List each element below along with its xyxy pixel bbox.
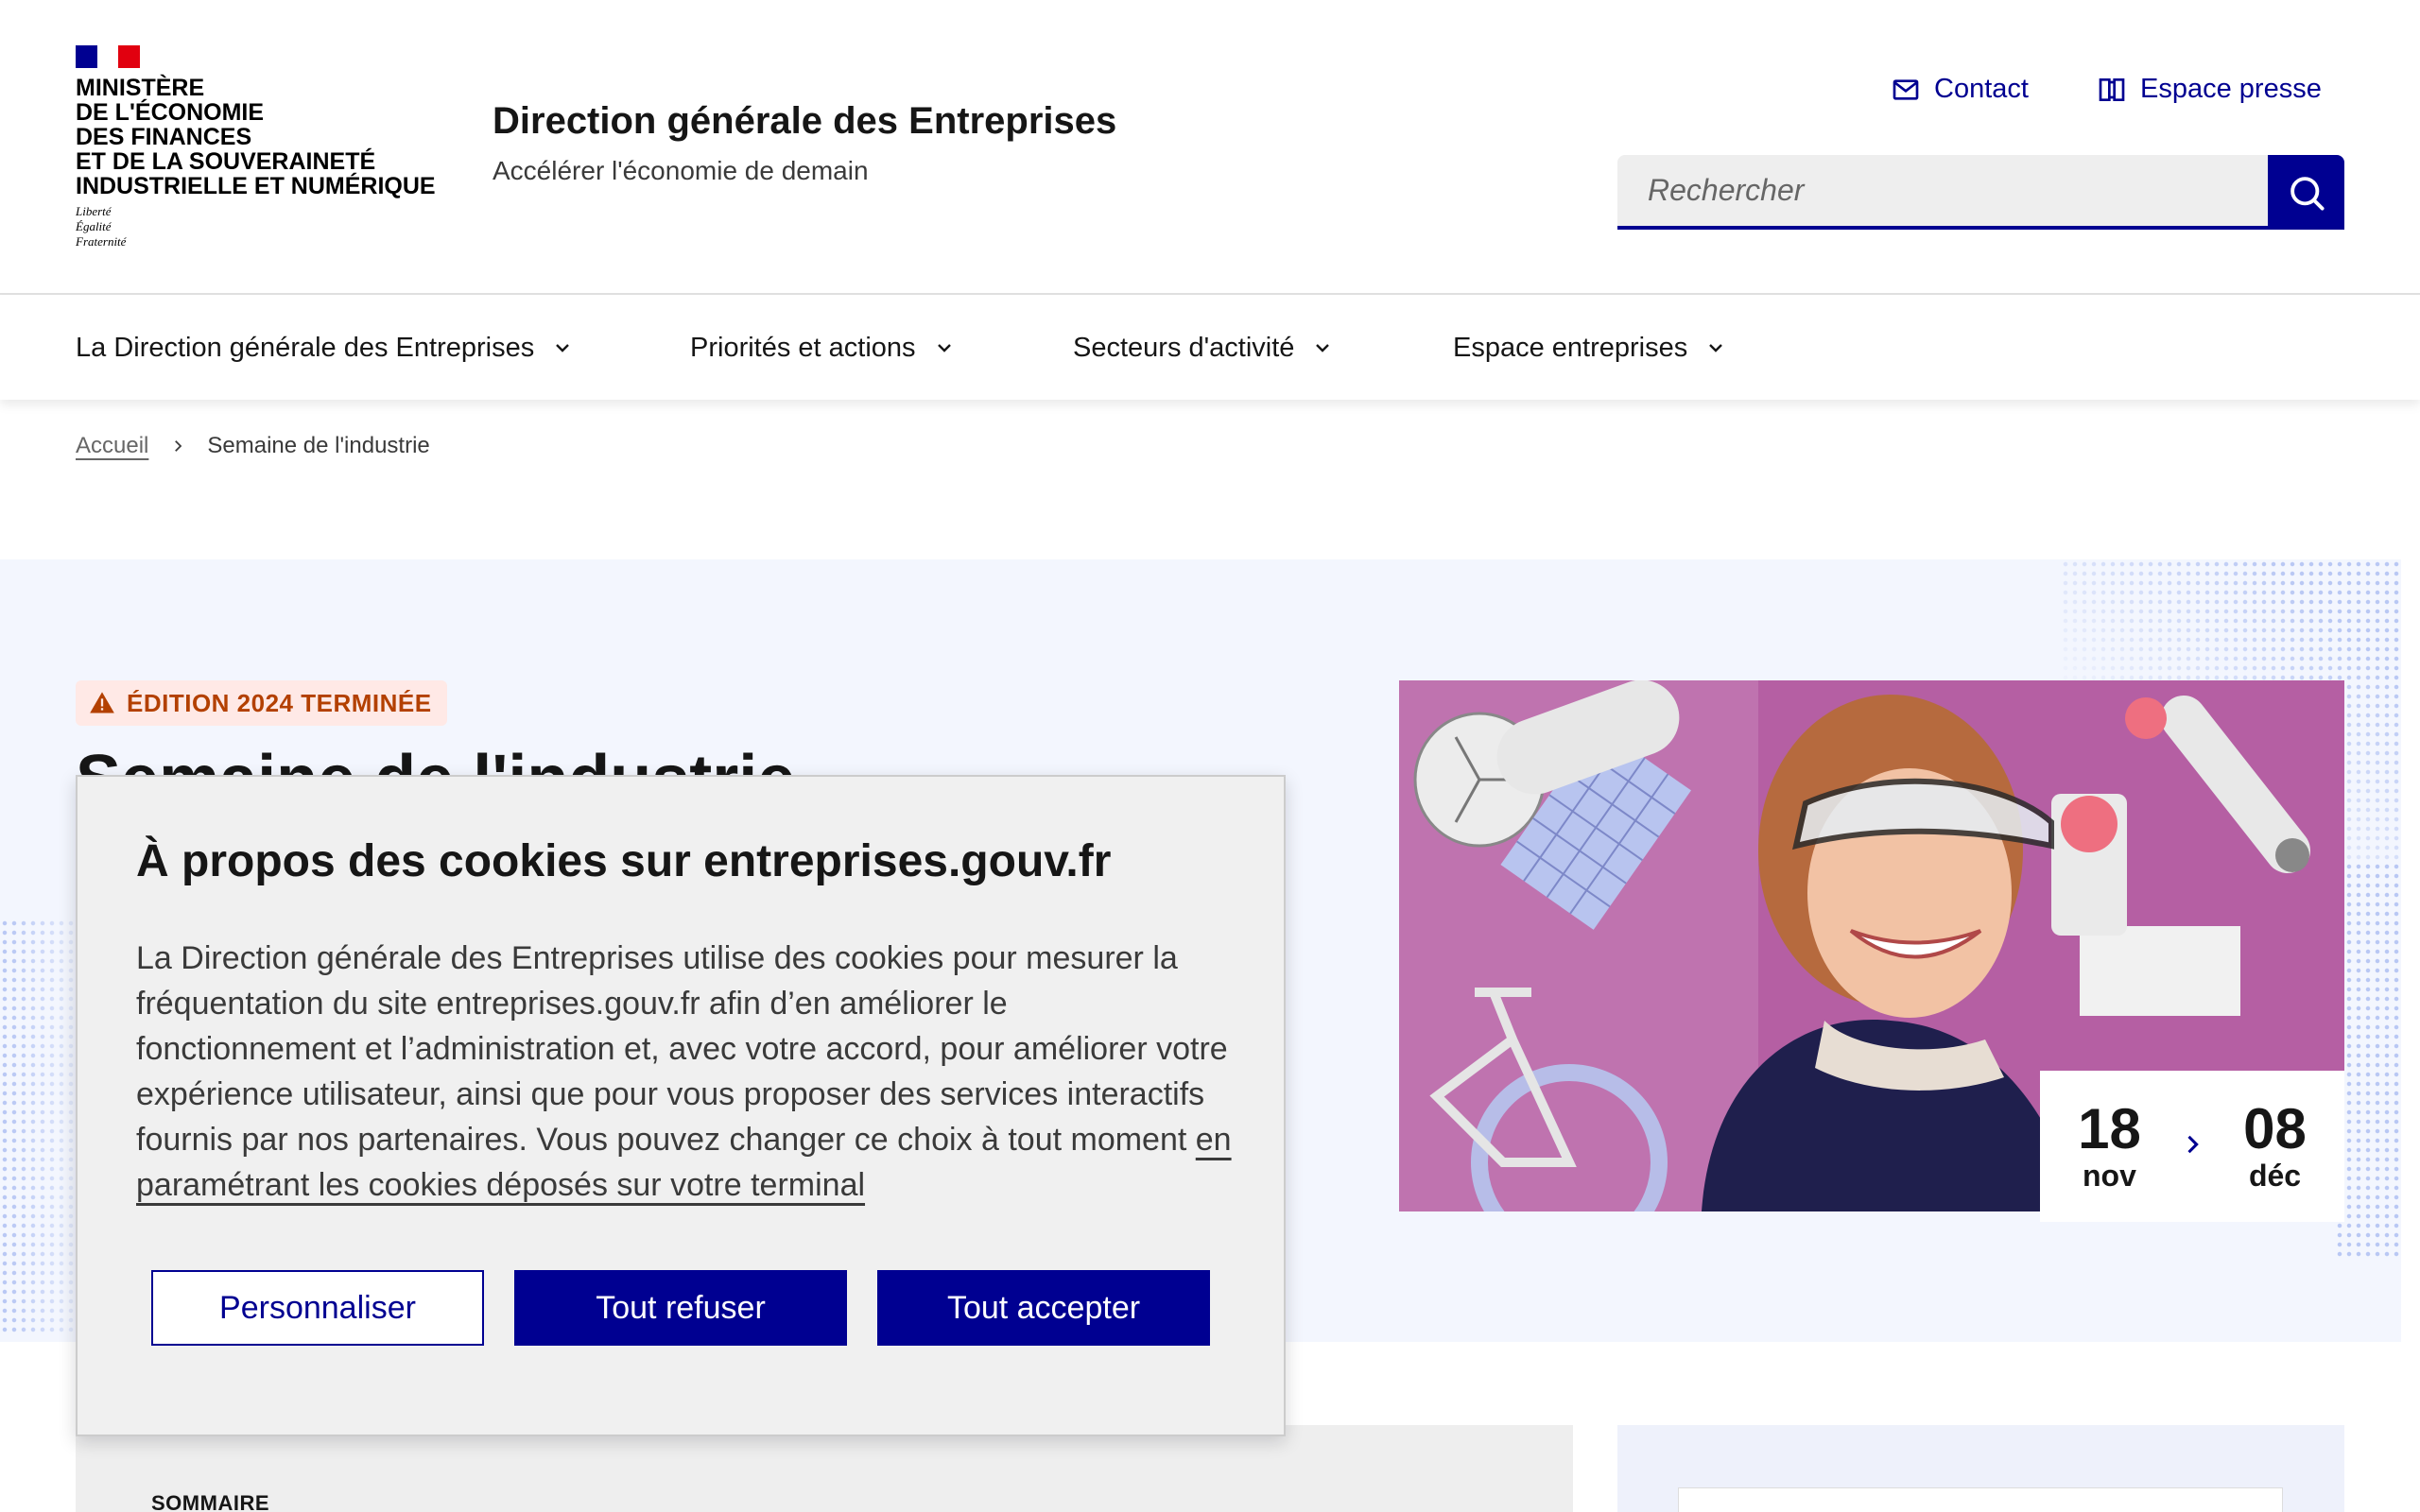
marianne-flag-logo — [76, 45, 141, 68]
chevron-right-icon — [175, 440, 182, 452]
ministry-line: industrielle et numérique — [76, 173, 436, 199]
nav-item-secteurs-activite[interactable]: Secteurs d'activité — [1073, 296, 1334, 400]
refuse-all-cookies-button[interactable]: Tout refuser — [514, 1270, 847, 1346]
cookie-description-text: La Direction générale des Entreprises ut… — [136, 940, 1228, 1158]
mail-icon — [1893, 78, 1919, 100]
chevron-right-icon — [2187, 1135, 2199, 1154]
badge-label: Édition 2024 terminée — [127, 688, 432, 717]
site-header: Ministère de l'économie des finances et … — [0, 0, 2420, 295]
cookie-description: La Direction générale des Entreprises ut… — [136, 936, 1233, 1208]
breadcrumb-home-link[interactable]: Accueil — [76, 433, 148, 459]
start-month: nov — [2083, 1159, 2136, 1193]
side-card-inner — [1678, 1487, 2283, 1512]
date-arrow — [2179, 1131, 2205, 1161]
nav-item-label: Espace entreprises — [1453, 332, 1688, 363]
start-date: 18 nov — [2078, 1097, 2141, 1194]
main-navigation: La Direction générale des Entreprises Pr… — [0, 296, 2420, 400]
service-tagline: Accélérer l'économie de demain — [493, 156, 869, 185]
ministry-line: Ministère — [76, 75, 205, 101]
ministry-logo-text[interactable]: Ministère de l'économie des finances et … — [76, 76, 454, 198]
motto-line: Égalité — [76, 219, 112, 233]
cookie-consent-banner: À propos des cookies sur entreprises.gou… — [76, 775, 1286, 1436]
event-date-range: 18 nov 08 déc — [2040, 1071, 2344, 1222]
end-month: déc — [2248, 1159, 2302, 1193]
side-card — [1617, 1425, 2344, 1512]
espace-presse-link[interactable]: Espace presse — [2097, 74, 2322, 105]
breadcrumb-current: Semaine de l'industrie — [207, 433, 430, 458]
edition-status-badge: Édition 2024 terminée — [76, 680, 447, 726]
contact-link[interactable]: Contact — [1891, 74, 2029, 105]
nav-item-espace-entreprises[interactable]: Espace entreprises — [1453, 296, 1727, 400]
end-date: 08 déc — [2243, 1097, 2307, 1194]
chevron-down-icon — [1316, 344, 1330, 352]
search-icon — [2290, 176, 2325, 211]
nav-item-label: La Direction générale des Entreprises — [76, 332, 535, 363]
customize-cookies-button[interactable]: Personnaliser — [151, 1270, 484, 1346]
warning-icon — [90, 692, 114, 713]
ministry-line: des finances — [76, 124, 252, 150]
summary-card: Sommaire — [76, 1425, 1573, 1512]
summary-label: Sommaire — [151, 1491, 269, 1512]
end-day: 08 — [2243, 1097, 2307, 1160]
ministry-line: de l'économie — [76, 99, 265, 126]
breadcrumb: Accueil Semaine de l'industrie — [76, 433, 430, 459]
chevron-down-icon — [1709, 344, 1723, 352]
service-title[interactable]: Direction générale des Entreprises — [493, 100, 1116, 143]
republic-motto: Liberté Égalité Fraternité — [76, 204, 126, 249]
nav-item-label: Priorités et actions — [690, 332, 916, 363]
chevron-down-icon — [556, 344, 570, 352]
ministry-line: et de la souveraineté — [76, 148, 376, 175]
contact-label: Contact — [1934, 74, 2029, 104]
motto-line: Fraternité — [76, 234, 127, 249]
nav-item-direction-generale[interactable]: La Direction générale des Entreprises — [76, 296, 574, 400]
motto-line: Liberté — [76, 204, 112, 218]
decorative-dot-pattern — [2335, 862, 2401, 1259]
book-icon — [2099, 77, 2125, 101]
cookie-title: À propos des cookies sur entreprises.gou… — [136, 836, 1112, 886]
nav-item-label: Secteurs d'activité — [1073, 332, 1295, 363]
nav-item-priorites-actions[interactable]: Priorités et actions — [690, 296, 956, 400]
chevron-down-icon — [937, 344, 951, 352]
accept-all-cookies-button[interactable]: Tout accepter — [877, 1270, 1210, 1346]
espace-presse-label: Espace presse — [2140, 74, 2322, 104]
start-day: 18 — [2078, 1097, 2141, 1160]
search-input[interactable] — [1617, 155, 2268, 230]
search-button[interactable] — [2268, 155, 2344, 230]
